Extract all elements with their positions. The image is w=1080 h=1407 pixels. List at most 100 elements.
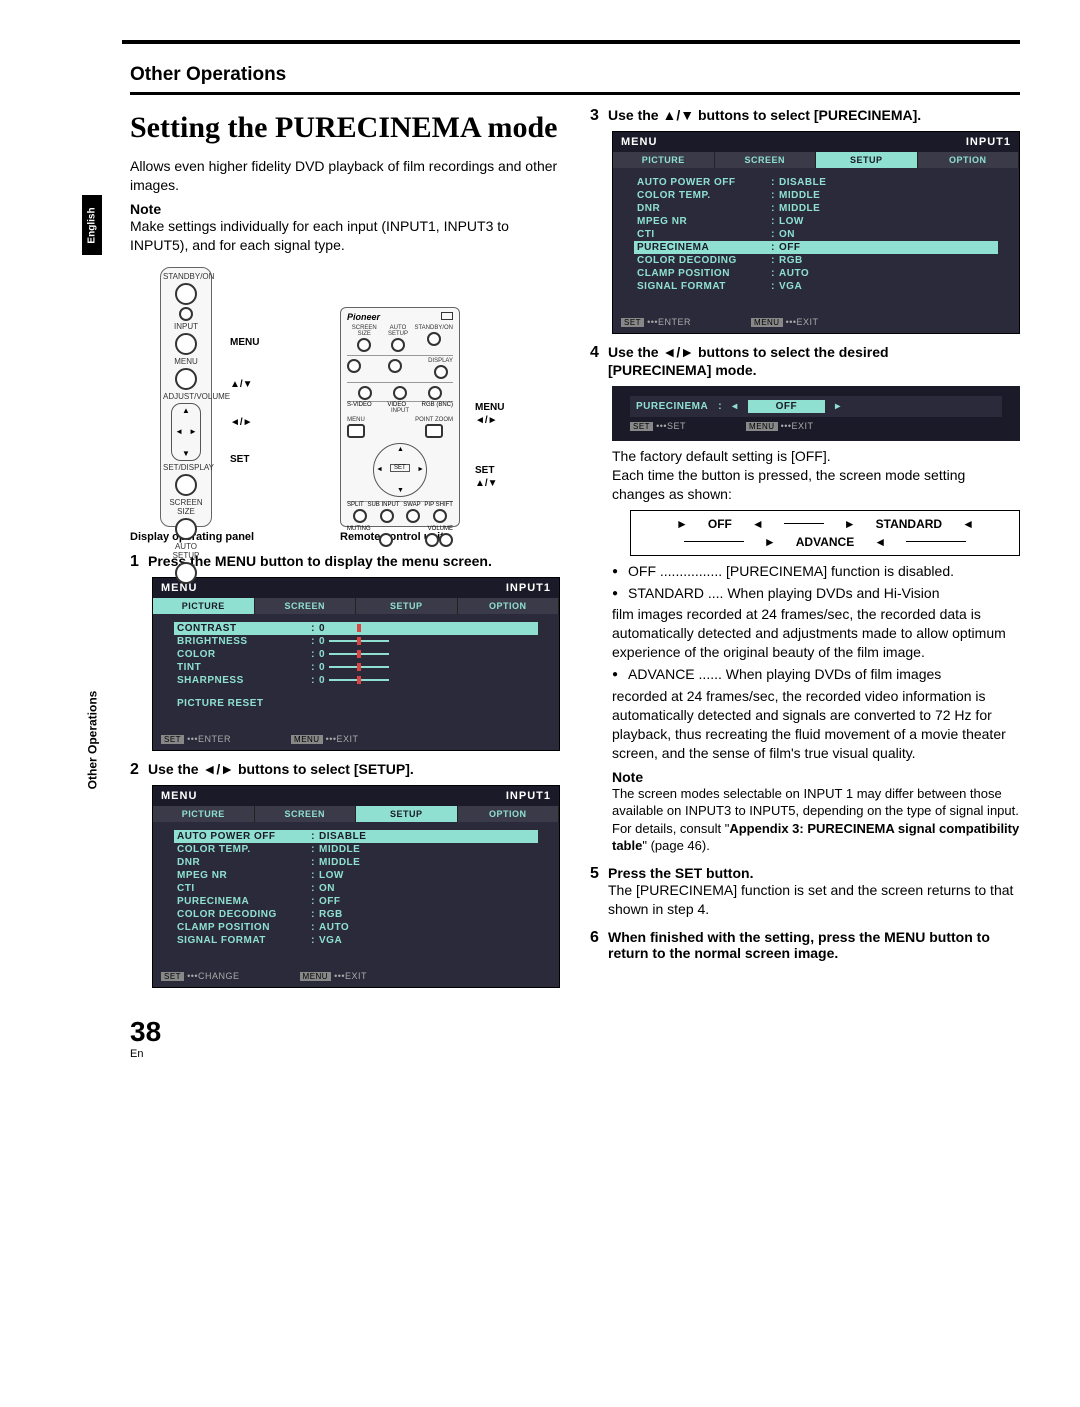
osd-purecinema-label: PURECINEMA bbox=[636, 401, 708, 412]
callout-updown-left: ▲/▼ bbox=[230, 379, 253, 390]
osd-row: COLOR DECODING bbox=[637, 255, 767, 266]
callout-leftright-left: ◄/► bbox=[230, 417, 253, 428]
callout-set-right: SET bbox=[475, 465, 494, 476]
ir-icon bbox=[441, 312, 453, 320]
label-r2-menu: MENU bbox=[347, 417, 365, 423]
cycle-advance: ADVANCE bbox=[796, 535, 854, 549]
r2-btn3-icon bbox=[358, 386, 372, 400]
osd-purecinema-value: OFF bbox=[748, 400, 826, 413]
callout-updown-right: ▲/▼ bbox=[475, 478, 498, 489]
r2-display-icon bbox=[434, 365, 448, 379]
note-text-1: Make settings individually for each inpu… bbox=[130, 217, 560, 255]
osd-tab-screen: SCREEN bbox=[715, 152, 817, 168]
osd-row: AUTO POWER OFF bbox=[177, 831, 307, 842]
label-adjust-volume: ADJUST/VOLUME bbox=[163, 392, 209, 401]
label-r2-point: POINT ZOOM bbox=[415, 417, 453, 423]
osd-input-label: INPUT1 bbox=[966, 136, 1011, 148]
osd-foot-exit: EXIT bbox=[792, 421, 814, 431]
input-button-icon bbox=[175, 333, 197, 355]
step-5-heading: Press the SET button. bbox=[608, 865, 1020, 881]
r2-standby-icon bbox=[427, 332, 441, 346]
osd-title: MENU bbox=[621, 136, 657, 148]
callout-menu-right: MENU bbox=[475, 402, 504, 413]
note-heading-1: Note bbox=[130, 201, 560, 217]
step-4-text-b: [PURECINEMA] mode. bbox=[608, 362, 757, 378]
remote-control-illustration: Pioneer SCREEN SIZE AUTO SETUP STANDBY/O… bbox=[340, 307, 460, 527]
osd-tab-setup: SETUP bbox=[816, 152, 918, 168]
arrow-icon: ◄ bbox=[962, 517, 974, 531]
r2-dpad-icon: ▲ ▼ ◄ ► SET bbox=[373, 443, 427, 497]
osd-row: SIGNAL FORMAT bbox=[177, 935, 307, 946]
label-r2-pip: PIP SHIFT bbox=[424, 502, 453, 508]
osd-purecinema-bar: PURECINEMA : ◂ OFF ▸ SET•••SETMENU•••EXI… bbox=[612, 386, 1020, 441]
osd-tab-picture: PICTURE bbox=[153, 806, 255, 822]
label-r2-video: VIDEO bbox=[387, 402, 406, 408]
label-r2-standby: STANDBY/ON bbox=[414, 325, 453, 331]
osd-title: MENU bbox=[161, 790, 197, 802]
r2-voldown-icon bbox=[425, 533, 439, 547]
right-arrow-icon: ▸ bbox=[835, 401, 841, 412]
callout-leftright-right: ◄/► bbox=[475, 415, 498, 426]
page-title: Setting the PURECINEMA mode bbox=[130, 111, 560, 145]
note-heading-2: Note bbox=[612, 769, 1020, 785]
mode-advance: ADVANCE ...... When playing DVDs of film… bbox=[612, 665, 1020, 684]
section-divider bbox=[130, 92, 1020, 95]
osd-key-set: SET bbox=[630, 422, 653, 431]
brand-logo: Pioneer bbox=[347, 312, 380, 322]
caption-display-panel: Display operating panel bbox=[130, 531, 300, 543]
osd-row: CLAMP POSITION bbox=[177, 922, 307, 933]
osd-row: MPEG NR bbox=[637, 216, 767, 227]
osd-row: AUTO POWER OFF bbox=[637, 177, 767, 188]
step-2-text: Use the ◄/► buttons to select [SETUP]. bbox=[148, 761, 560, 779]
down-icon: ▼ bbox=[182, 449, 190, 458]
right-icon: ► bbox=[189, 427, 197, 436]
step-1-text: Press the MENU button to display the men… bbox=[148, 553, 560, 571]
osd-row-tint: TINT bbox=[177, 662, 307, 673]
osd-key-menu: MENU bbox=[291, 735, 323, 744]
osd-tab-option: OPTION bbox=[918, 152, 1020, 168]
osd-foot-enter: ENTER bbox=[198, 734, 231, 744]
left-arrow-icon: ◂ bbox=[732, 401, 738, 412]
label-r2-svideo: S-VIDEO bbox=[347, 402, 372, 408]
osd-key-menu: MENU bbox=[300, 972, 332, 981]
mode-standard: STANDARD .... When playing DVDs and Hi-V… bbox=[612, 584, 1020, 603]
section-heading: Other Operations bbox=[130, 64, 1020, 86]
up-icon: ▲ bbox=[182, 406, 190, 415]
osd-row-picture-reset: PICTURE RESET bbox=[177, 698, 307, 709]
osd-row: MPEG NR bbox=[177, 870, 307, 881]
r2-screen-icon bbox=[357, 338, 371, 352]
r2-muting-icon bbox=[379, 533, 393, 547]
label-auto-setup: AUTO SETUP bbox=[163, 542, 209, 560]
side-section-label: Other Operations bbox=[82, 680, 102, 800]
label-r2-screen: SCREEN SIZE bbox=[347, 325, 381, 337]
mode-off: OFF ................ [PURECINEMA] functi… bbox=[612, 562, 1020, 581]
factory-default-text: The factory default setting is [OFF]. bbox=[612, 447, 1020, 466]
osd-row: SIGNAL FORMAT bbox=[637, 281, 767, 292]
osd-menu-picture: MENUINPUT1 PICTURE SCREEN SETUP OPTION C… bbox=[152, 577, 560, 751]
r2-point-icon bbox=[425, 424, 443, 438]
r2-set-label: SET bbox=[390, 464, 410, 472]
step-number: 6 bbox=[590, 929, 608, 961]
step-number: 2 bbox=[130, 761, 148, 779]
mode-standard-cont: film images recorded at 24 frames/sec, t… bbox=[612, 605, 1020, 662]
osd-title: MENU bbox=[161, 582, 197, 594]
osd-foot-exit: EXIT bbox=[797, 317, 819, 327]
label-r2-rgb: RGB (BNC) bbox=[422, 402, 453, 408]
osd-input-label: INPUT1 bbox=[506, 790, 551, 802]
osd-row: COLOR TEMP. bbox=[177, 844, 307, 855]
step-6-text: When finished with the setting, press th… bbox=[608, 929, 1020, 961]
osd-foot-enter: ENTER bbox=[658, 317, 691, 327]
osd-row: COLOR TEMP. bbox=[637, 190, 767, 201]
arrow-icon: ► bbox=[676, 517, 688, 531]
osd-foot-set: SET bbox=[667, 421, 686, 431]
r2-btn4-icon bbox=[393, 386, 407, 400]
language-tab: English bbox=[82, 195, 102, 255]
osd-row: DNR bbox=[177, 857, 307, 868]
cycle-off: OFF bbox=[708, 517, 732, 531]
r2-auto-icon bbox=[391, 338, 405, 352]
osd-key-set: SET bbox=[161, 972, 184, 981]
osd-menu-setup-2: MENUINPUT1 PICTURE SCREEN SETUP OPTION A… bbox=[612, 131, 1020, 334]
label-menu: MENU bbox=[163, 357, 209, 366]
osd-tab-setup: SETUP bbox=[356, 598, 458, 614]
osd-tab-setup: SETUP bbox=[356, 806, 458, 822]
